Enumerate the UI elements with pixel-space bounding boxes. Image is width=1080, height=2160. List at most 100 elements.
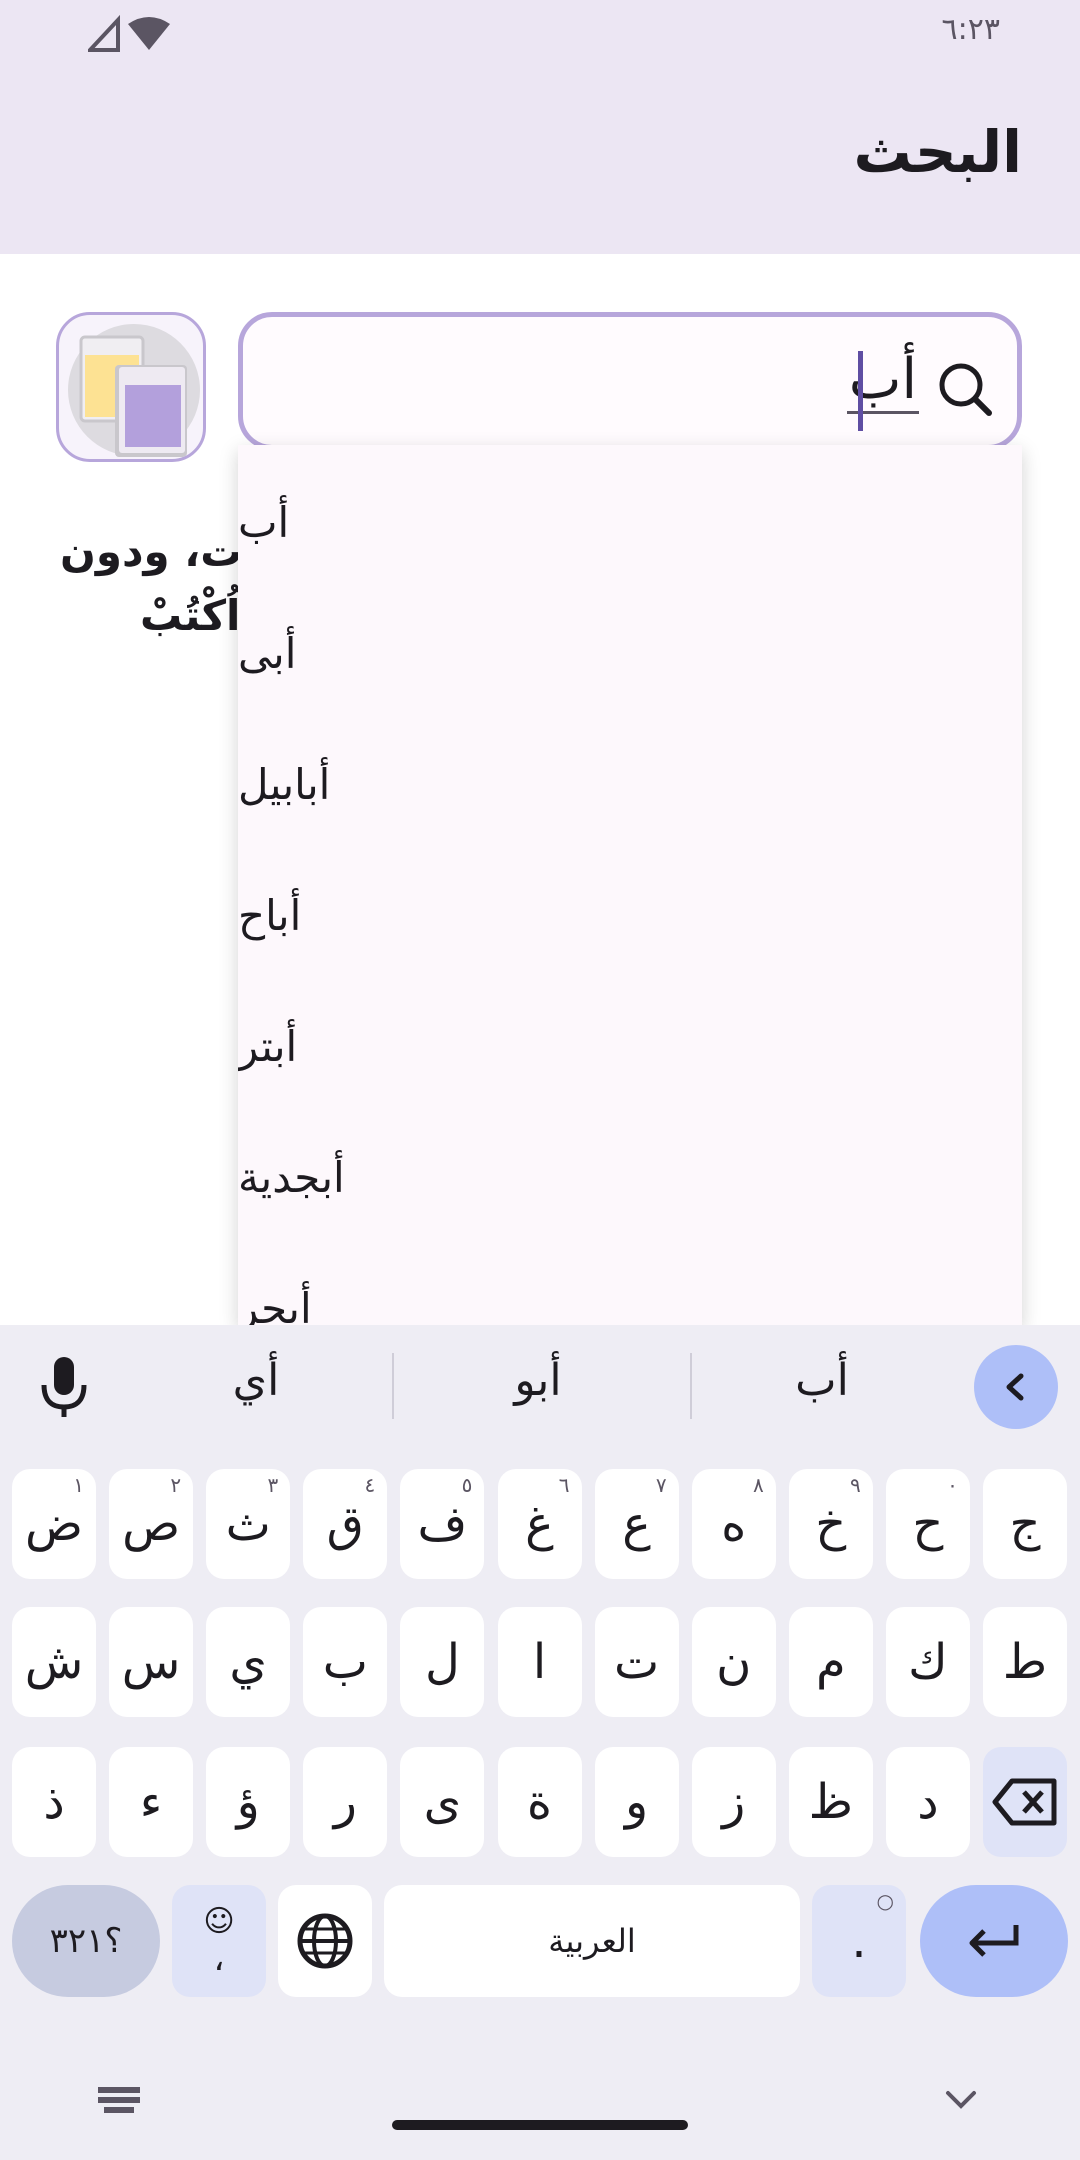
key-7[interactable]: ع٧ <box>594 1469 679 1579</box>
key-row3-8[interactable]: ز <box>691 1747 776 1857</box>
suggestions-dropdown: أب أبى أبابيل أباح أبتر أبجدية أبحر <box>238 445 1022 1325</box>
key-row3-7[interactable]: و <box>594 1747 679 1857</box>
key-row3-4[interactable]: ر <box>303 1747 388 1857</box>
keyboard-switch-icon[interactable] <box>96 2085 142 2115</box>
key-label: ب <box>322 1634 368 1690</box>
key-label: خ <box>815 1496 847 1552</box>
home-indicator[interactable] <box>392 2120 688 2130</box>
page-title: البحث <box>853 118 1022 186</box>
key-row2-8[interactable]: ن <box>691 1607 776 1717</box>
suggestion-item[interactable]: أبحر <box>238 1243 1022 1325</box>
key-label: ق <box>326 1496 364 1552</box>
key-label: م <box>815 1634 846 1690</box>
key-row2-3[interactable]: ي <box>206 1607 291 1717</box>
key-label: ط <box>1002 1634 1048 1690</box>
key-number-hint: ١ <box>73 1473 84 1497</box>
chevron-left-icon <box>1006 1373 1024 1401</box>
enter-key[interactable] <box>920 1885 1068 1997</box>
globe-icon <box>297 1913 353 1969</box>
key-label: ا <box>532 1634 547 1690</box>
search-icon <box>939 363 992 416</box>
key-label: ك <box>908 1634 948 1690</box>
keyboard-word-suggestion-3[interactable]: أي <box>106 1355 406 1406</box>
key-row2-9[interactable]: م <box>788 1607 873 1717</box>
key-label: ف <box>417 1496 468 1552</box>
key-label: ع <box>622 1496 651 1552</box>
key-1[interactable]: ض١ <box>12 1469 96 1579</box>
key-number-hint: ٢ <box>170 1473 182 1497</box>
enter-arrow-icon <box>969 1925 1019 1957</box>
key-row3-3[interactable]: ؤ <box>206 1747 291 1857</box>
microphone-icon[interactable] <box>36 1355 92 1419</box>
suggestion-item[interactable]: أباح <box>238 850 1022 981</box>
language-key[interactable] <box>278 1885 372 1997</box>
key-label: ح <box>912 1496 944 1552</box>
text-caret <box>858 351 863 431</box>
key-label: ه <box>721 1496 747 1552</box>
books-app-icon[interactable] <box>56 312 206 462</box>
keyboard-hide-icon[interactable] <box>944 2085 978 2115</box>
key-label: ة <box>526 1774 553 1830</box>
key-8[interactable]: ه٨ <box>691 1469 776 1579</box>
key-4[interactable]: ق٤ <box>303 1469 388 1579</box>
key-label: و <box>625 1774 649 1830</box>
emoji-icon: ☺ <box>203 1903 235 1939</box>
key-5[interactable]: ف٥ <box>400 1469 485 1579</box>
key-label: ز <box>722 1774 746 1830</box>
key-row2-10[interactable]: ك <box>885 1607 970 1717</box>
keyboard-word-suggestion-2[interactable]: أبو <box>388 1355 688 1406</box>
status-time: ٦:٢٣ <box>941 12 1000 47</box>
symbols-key[interactable]: ؟٣٢١ <box>12 1885 160 1997</box>
key-number-hint: ٠ <box>947 1473 958 1497</box>
key-label: ء <box>139 1774 163 1830</box>
key-number-hint: ٦ <box>558 1473 570 1497</box>
key-row3-1[interactable]: ذ <box>12 1747 96 1857</box>
key-row2-7[interactable]: ت <box>594 1607 679 1717</box>
key-11[interactable]: ج <box>983 1469 1067 1579</box>
key-2[interactable]: ص٢ <box>109 1469 194 1579</box>
key-number-hint: ٤ <box>364 1473 376 1497</box>
key-3[interactable]: ث٣ <box>206 1469 291 1579</box>
key-row2-6[interactable]: ا <box>497 1607 582 1717</box>
key-label: ض <box>24 1496 84 1552</box>
suggestion-item[interactable]: أبابيل <box>238 719 1022 850</box>
period-label: . <box>851 1913 867 1969</box>
key-number-hint: ٧ <box>655 1473 667 1497</box>
key-label: ث <box>225 1496 271 1552</box>
backspace-icon <box>992 1778 1057 1826</box>
key-6[interactable]: غ٦ <box>497 1469 582 1579</box>
emoji-comma-key[interactable]: ☺ ، <box>172 1885 266 1997</box>
space-key[interactable]: العربية <box>384 1885 800 1997</box>
key-label: ؤ <box>236 1774 260 1830</box>
key-number-hint: ٨ <box>752 1473 764 1497</box>
keyboard-word-suggestion-1[interactable]: أب <box>672 1355 972 1406</box>
key-row3-10[interactable]: د <box>885 1747 970 1857</box>
key-row3-5[interactable]: ى <box>400 1747 485 1857</box>
backspace-key[interactable] <box>983 1747 1067 1857</box>
books-icon <box>68 324 200 457</box>
key-label: ن <box>716 1634 752 1690</box>
key-label: ر <box>333 1774 357 1830</box>
suggestions-collapse-button[interactable] <box>974 1345 1058 1429</box>
key-10[interactable]: ح٠ <box>885 1469 970 1579</box>
key-label: غ <box>525 1496 554 1552</box>
suggestion-item[interactable]: أبى <box>238 588 1022 719</box>
key-row2-1[interactable]: ش <box>12 1607 96 1717</box>
key-row2-5[interactable]: ل <box>400 1607 485 1717</box>
suggestion-item[interactable]: أبجدية <box>238 1112 1022 1243</box>
keyboard-suggestion-bar: أي أبو أب <box>0 1325 1080 1445</box>
key-row3-2[interactable]: ء <box>109 1747 194 1857</box>
key-row3-9[interactable]: ظ <box>788 1747 873 1857</box>
key-9[interactable]: خ٩ <box>788 1469 873 1579</box>
suggestion-item[interactable]: أب <box>238 457 1022 588</box>
period-key[interactable]: . ○ <box>812 1885 906 1997</box>
key-row2-11[interactable]: ط <box>983 1607 1067 1717</box>
key-row2-2[interactable]: س <box>109 1607 194 1717</box>
key-label: ي <box>229 1634 267 1690</box>
key-label: س <box>121 1634 181 1690</box>
key-row2-4[interactable]: ب <box>303 1607 388 1717</box>
search-input[interactable]: أب <box>238 312 1022 450</box>
key-row3-6[interactable]: ة <box>497 1747 582 1857</box>
soft-keyboard: أي أبو أب ؟٣٢١ ☺ ، العربية . ○ ض ١ ص ٢ ث… <box>0 1325 1080 2160</box>
suggestion-item[interactable]: أبتر <box>238 981 1022 1112</box>
